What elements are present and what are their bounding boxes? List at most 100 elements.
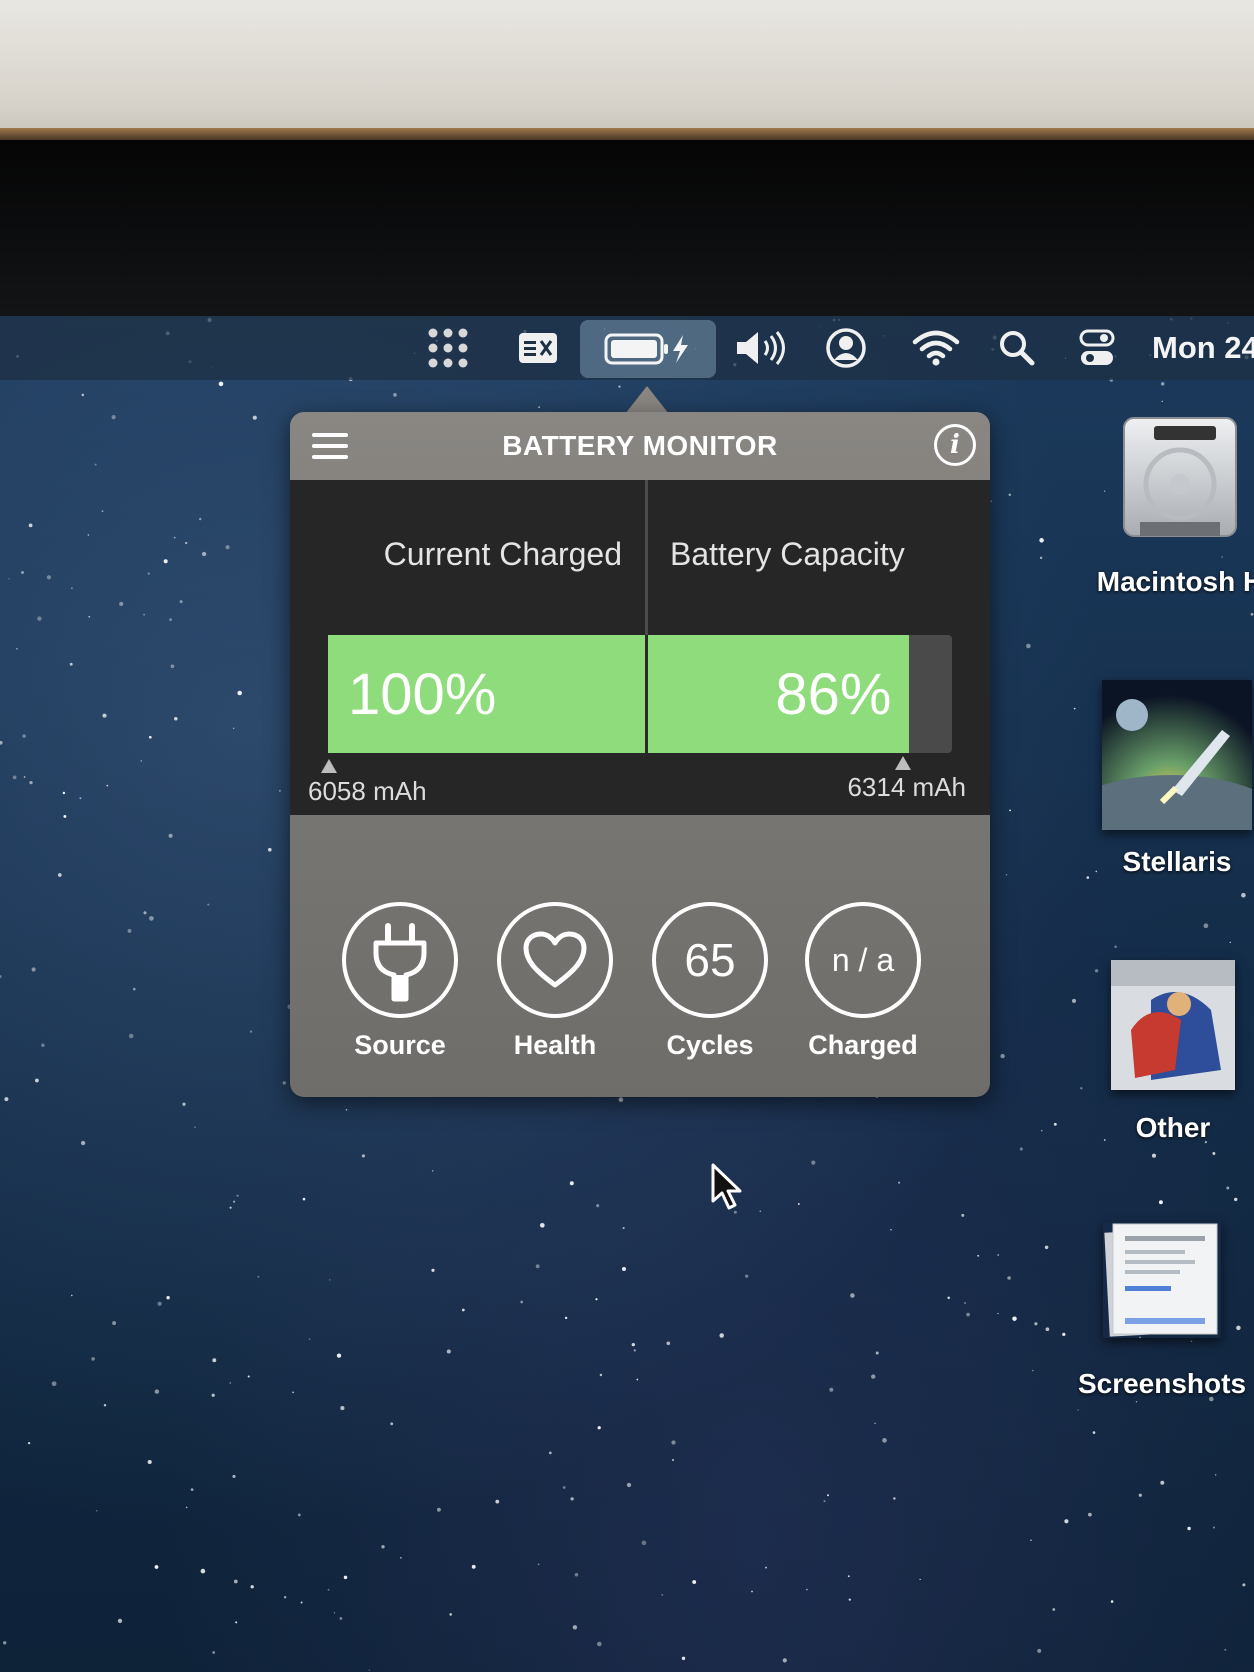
star bbox=[46, 575, 52, 580]
star bbox=[1052, 1608, 1056, 1611]
star bbox=[1012, 1316, 1017, 1321]
star bbox=[147, 572, 150, 575]
battery-monitor-popover: BATTERY MONITOR i Current Charged Batter… bbox=[290, 412, 990, 1097]
star bbox=[140, 760, 143, 762]
star bbox=[1092, 1431, 1096, 1434]
star bbox=[168, 833, 173, 838]
control-center-icon[interactable] bbox=[1072, 316, 1122, 380]
star bbox=[759, 1210, 762, 1213]
star bbox=[751, 1590, 753, 1593]
star bbox=[345, 1108, 348, 1111]
desktop-icon-stellaris[interactable]: Stellaris bbox=[1082, 680, 1254, 878]
menubar-clock[interactable]: Mon 24 bbox=[1152, 316, 1254, 380]
desktop-icon-screenshots[interactable]: Screenshots bbox=[1067, 1222, 1254, 1400]
power-plug-icon bbox=[373, 923, 427, 1002]
star bbox=[597, 1641, 602, 1647]
desktop-icon-label: Other bbox=[1135, 1112, 1211, 1143]
star bbox=[919, 1578, 921, 1581]
star bbox=[875, 1351, 879, 1355]
stat-source[interactable]: Source bbox=[335, 902, 465, 1061]
star bbox=[190, 1488, 194, 1491]
star bbox=[1241, 892, 1246, 898]
star bbox=[539, 1222, 545, 1228]
star bbox=[811, 1160, 816, 1165]
star bbox=[80, 1140, 86, 1146]
star bbox=[297, 1513, 301, 1517]
star bbox=[681, 1656, 686, 1661]
desktop-icon-macintosh-hd[interactable]: Macintosh H bbox=[1085, 412, 1254, 598]
star bbox=[1037, 1648, 1042, 1653]
star bbox=[87, 534, 90, 536]
stat-health-label: Health bbox=[513, 1030, 597, 1060]
star bbox=[692, 1580, 697, 1584]
input-menu-icon[interactable] bbox=[512, 316, 564, 380]
menu-bar: Mon 24 bbox=[0, 316, 1254, 380]
star bbox=[797, 1203, 800, 1205]
user-icon[interactable] bbox=[820, 316, 872, 380]
star bbox=[117, 1618, 123, 1624]
star bbox=[1009, 809, 1011, 812]
star bbox=[237, 690, 242, 696]
star bbox=[328, 1279, 331, 1281]
star bbox=[0, 975, 2, 979]
popover-arrow bbox=[625, 386, 669, 414]
star bbox=[449, 1613, 452, 1616]
star bbox=[1064, 1519, 1069, 1524]
mouse-cursor-icon bbox=[711, 1163, 742, 1210]
launchpad-grid-icon[interactable] bbox=[420, 316, 476, 380]
star bbox=[28, 523, 33, 528]
star bbox=[4, 1097, 9, 1102]
star bbox=[308, 1338, 311, 1340]
star bbox=[1044, 1245, 1049, 1250]
star bbox=[535, 1264, 540, 1269]
star bbox=[247, 1375, 250, 1378]
star bbox=[267, 847, 272, 852]
star bbox=[1226, 1186, 1230, 1190]
desktop-icon-label: Stellaris bbox=[1122, 846, 1232, 877]
star bbox=[21, 571, 24, 574]
battery-charging-icon[interactable] bbox=[580, 320, 716, 378]
star bbox=[154, 1565, 159, 1569]
current-charged-marker bbox=[321, 759, 337, 773]
star bbox=[597, 1426, 601, 1430]
stat-cycles[interactable]: 65 Cycles bbox=[645, 902, 775, 1061]
wifi-icon[interactable] bbox=[906, 316, 966, 380]
star bbox=[212, 1651, 216, 1654]
star bbox=[229, 1382, 231, 1384]
star bbox=[1032, 1369, 1034, 1372]
star bbox=[671, 1440, 676, 1445]
search-icon[interactable] bbox=[992, 316, 1042, 380]
star bbox=[997, 1312, 999, 1315]
star bbox=[1215, 1474, 1217, 1476]
current-charged-mah: 6058 mAh bbox=[308, 776, 427, 806]
star bbox=[641, 1540, 647, 1546]
star bbox=[300, 1601, 303, 1604]
info-icon[interactable]: i bbox=[934, 424, 976, 466]
star bbox=[471, 1564, 476, 1569]
star bbox=[106, 784, 109, 787]
star bbox=[572, 1625, 578, 1630]
star bbox=[871, 1374, 876, 1379]
desktop-icon-other[interactable]: Other bbox=[1078, 960, 1254, 1144]
stat-health[interactable]: Health bbox=[490, 902, 620, 1061]
battery-capacity-label: Battery Capacity bbox=[670, 536, 905, 572]
star bbox=[154, 1389, 160, 1394]
star bbox=[569, 1181, 574, 1186]
star bbox=[574, 1572, 579, 1577]
stat-charged[interactable]: n / a Charged bbox=[798, 902, 928, 1061]
star bbox=[41, 1043, 45, 1047]
desktop-icon-label: Macintosh H bbox=[1096, 566, 1254, 597]
star bbox=[1053, 1122, 1057, 1126]
star bbox=[431, 1268, 435, 1272]
star bbox=[882, 1438, 887, 1443]
star bbox=[596, 1204, 600, 1208]
star bbox=[12, 775, 17, 780]
star bbox=[1212, 1152, 1216, 1155]
star bbox=[562, 1486, 566, 1489]
star bbox=[850, 1293, 855, 1298]
hamburger-menu-icon[interactable] bbox=[310, 430, 350, 462]
volume-icon[interactable] bbox=[730, 316, 790, 380]
star bbox=[1039, 538, 1044, 543]
star bbox=[336, 1353, 342, 1358]
star bbox=[103, 1403, 107, 1407]
